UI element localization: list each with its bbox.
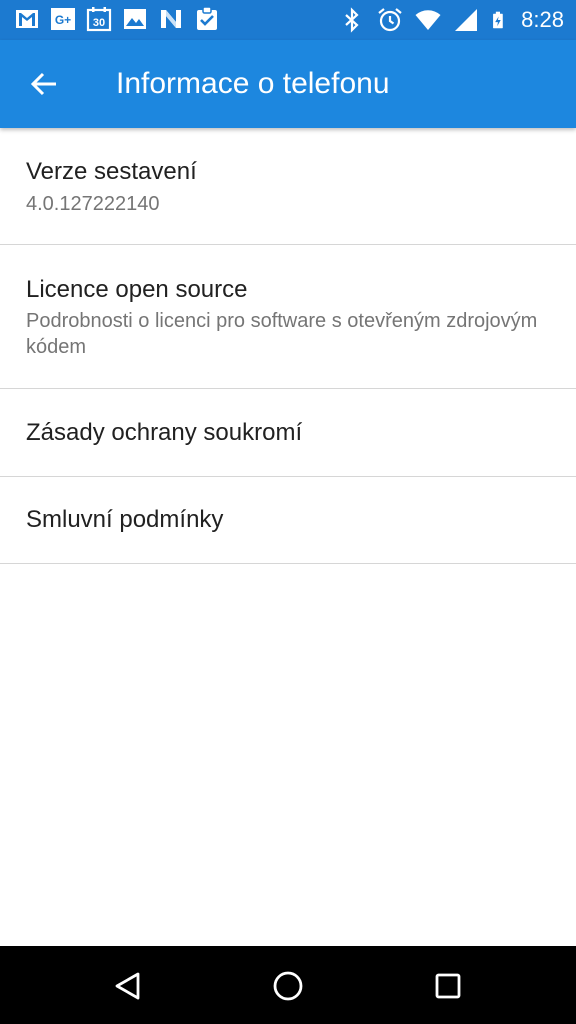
n-app-icon [161,10,181,28]
bluetooth-icon [345,7,359,33]
battery-charging-icon [493,11,503,29]
wifi-icon [415,10,441,30]
navigation-bar [0,946,576,1024]
back-triangle-icon [115,972,140,1000]
item-summary: Podrobnosti o licenci pro software s ote… [26,310,538,358]
status-bar: G+ 30 8:28 [0,0,576,40]
clipboard-check-icon [197,6,217,30]
nav-back-button[interactable] [106,964,150,1008]
calendar-icon: 30 [86,7,112,32]
calendar-day: 30 [93,17,105,29]
home-circle-icon [273,971,303,1001]
back-button[interactable] [20,60,68,108]
item-title: Licence open source [26,276,248,303]
list-item-terms-of-service[interactable]: Smluvní podmínky [0,477,576,564]
list-item-open-source-licenses[interactable]: Licence open source Podrobnosti o licenc… [0,245,576,389]
nav-recents-button[interactable] [426,964,470,1008]
status-time: 8:28 [521,7,564,32]
settings-list: Verze sestavení 4.0.127222140 Licence op… [0,128,576,564]
photos-icon [124,9,146,29]
page-title: Informace o telefonu [116,67,390,100]
item-title: Zásady ochrany soukromí [26,419,303,446]
google-plus-icon: G+ [51,8,75,30]
item-title: Verze sestavení [26,158,197,185]
list-item-build-version[interactable]: Verze sestavení 4.0.127222140 [0,128,576,245]
list-item-privacy-policy[interactable]: Zásady ochrany soukromí [0,389,576,477]
item-summary: 4.0.127222140 [26,193,160,215]
notification-icons: G+ 30 [14,6,220,32]
gmail-icon [16,10,38,28]
arrow-back-icon [30,72,56,96]
app-bar: Informace o telefonu [0,40,576,128]
google-plus-text: G+ [55,13,71,27]
system-icons: 8:28 [339,6,564,34]
alarm-icon [378,8,402,32]
item-title: Smluvní podmínky [26,506,224,533]
signal-icon [455,9,478,31]
recents-square-icon [435,973,461,999]
nav-home-button[interactable] [266,964,310,1008]
